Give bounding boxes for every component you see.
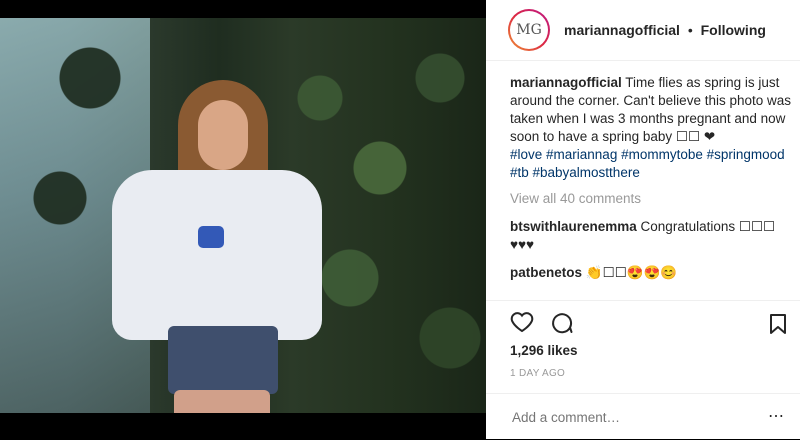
comment-item: btswithlaurenemma Congratulations ☐☐☐ ♥♥…	[510, 218, 792, 254]
photo-face	[198, 100, 248, 170]
add-comment-input[interactable]	[510, 408, 754, 426]
add-comment-bar: ⋯	[486, 393, 800, 440]
post-photo[interactable]	[0, 18, 486, 413]
header-user-block: mariannagofficial • Following	[564, 22, 766, 38]
comment-item: patbenetos 👏☐☐😍😍😊	[510, 264, 792, 282]
caption-hashtags[interactable]: #love #mariannag #mommytobe #springmood …	[510, 146, 792, 182]
caption-username[interactable]: mariannagofficial	[510, 75, 622, 90]
photo-shorts	[168, 326, 278, 394]
photo-legs	[174, 390, 270, 413]
photo-tassel	[198, 226, 224, 248]
action-bar	[486, 300, 800, 347]
heart-icon[interactable]	[510, 310, 534, 339]
follow-button[interactable]: Following	[701, 22, 766, 38]
comments-section: mariannagofficial Time flies as spring i…	[510, 74, 792, 299]
post-sidebar: MG mariannagofficial • Following mariann…	[486, 0, 800, 439]
comment-icon[interactable]	[550, 310, 574, 339]
comment-username[interactable]: patbenetos	[510, 265, 582, 280]
post-photo-area	[0, 0, 486, 439]
header-username[interactable]: mariannagofficial	[564, 22, 680, 38]
avatar[interactable]: MG	[508, 9, 550, 51]
view-all-comments[interactable]: View all 40 comments	[510, 190, 792, 208]
caption: mariannagofficial Time flies as spring i…	[510, 74, 792, 146]
post-time: 1 DAY AGO	[510, 368, 566, 379]
avatar-initials: MG	[510, 11, 548, 49]
bookmark-icon[interactable]	[768, 313, 788, 340]
comment-text: 👏☐☐😍😍😊	[585, 265, 678, 280]
likes-count[interactable]: 1,296 likes	[510, 343, 578, 358]
photo-subject	[112, 78, 322, 413]
header-separator: •	[687, 22, 693, 38]
more-icon[interactable]: ⋯	[768, 406, 784, 426]
photo-blouse	[112, 170, 322, 340]
comment-username[interactable]: btswithlaurenemma	[510, 219, 637, 234]
post-header: MG mariannagofficial • Following	[486, 0, 800, 61]
